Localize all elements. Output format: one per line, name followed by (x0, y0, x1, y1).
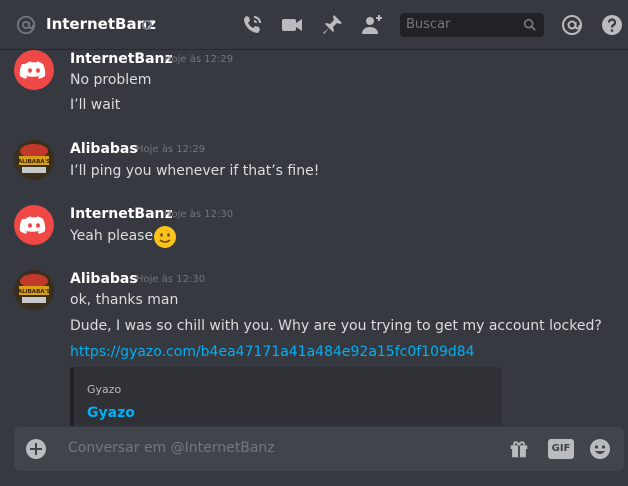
embed-provider[interactable]: Gyazo (87, 383, 121, 396)
message-text: Yeah please (70, 228, 154, 244)
svg-text:ALIBABA'S: ALIBABA'S (18, 159, 50, 165)
message-timestamp: Hoje às 12:29 (136, 144, 206, 155)
chat-header: InternetBanz Buscar (0, 0, 628, 50)
help-icon[interactable] (600, 13, 624, 37)
mentions-icon[interactable] (560, 13, 584, 37)
avatar[interactable] (14, 50, 54, 90)
alibabas-logo-icon: ALIBABA'S (14, 270, 54, 310)
alibabas-logo-icon: ALIBABA'S (14, 140, 54, 180)
message-list[interactable]: InternetBanz Hoje às 12:29 No problem I’… (0, 50, 628, 426)
discord-logo-icon (19, 61, 46, 79)
search-icon (523, 18, 536, 31)
search-placeholder: Buscar (406, 17, 451, 32)
avatar[interactable] (14, 205, 54, 245)
add-friend-icon[interactable] (360, 13, 384, 37)
message-text: Dude, I was so chill with you. Why are y… (70, 318, 602, 334)
video-call-icon[interactable] (280, 13, 304, 37)
discord-logo-icon (19, 216, 46, 234)
gif-button[interactable]: GIF (548, 439, 574, 459)
message-author[interactable]: Alibabas (70, 271, 138, 287)
message-link[interactable]: https://gyazo.com/b4ea47171a41a484e92a15… (70, 344, 475, 360)
slight-smile-emoji-icon (154, 226, 176, 248)
message-text: ok, thanks man (70, 292, 179, 308)
message-timestamp: Hoje às 12:29 (164, 54, 234, 65)
message-composer: Conversar em @InternetBanz GIF (14, 427, 624, 471)
upload-button[interactable] (26, 439, 46, 459)
gift-icon[interactable] (508, 438, 530, 460)
link-embed: Gyazo Gyazo (70, 367, 502, 426)
message-input[interactable]: Conversar em @InternetBanz (68, 440, 275, 456)
emoji-icon[interactable] (588, 437, 612, 461)
message-timestamp: Hoje às 12:30 (164, 209, 234, 220)
avatar[interactable]: ALIBABA'S (14, 140, 54, 180)
dm-recipient-name: InternetBanz (46, 15, 156, 33)
voice-call-icon[interactable] (240, 13, 264, 37)
offline-status-icon (142, 20, 152, 30)
embed-title[interactable]: Gyazo (87, 405, 135, 421)
message-author[interactable]: Alibabas (70, 141, 138, 157)
message-text: No problem (70, 72, 152, 88)
message-timestamp: Hoje às 12:30 (136, 274, 206, 285)
avatar[interactable]: ALIBABA'S (14, 270, 54, 310)
search-input[interactable]: Buscar (400, 13, 544, 37)
at-sign-icon (16, 15, 36, 35)
message-text: I’ll ping you whenever if that’s fine! (70, 163, 320, 179)
svg-text:ALIBABA'S: ALIBABA'S (18, 289, 50, 295)
pin-icon[interactable] (320, 13, 344, 37)
message-author[interactable]: InternetBanz (70, 206, 173, 222)
message-text: I’ll wait (70, 97, 121, 113)
message-author[interactable]: InternetBanz (70, 51, 173, 67)
